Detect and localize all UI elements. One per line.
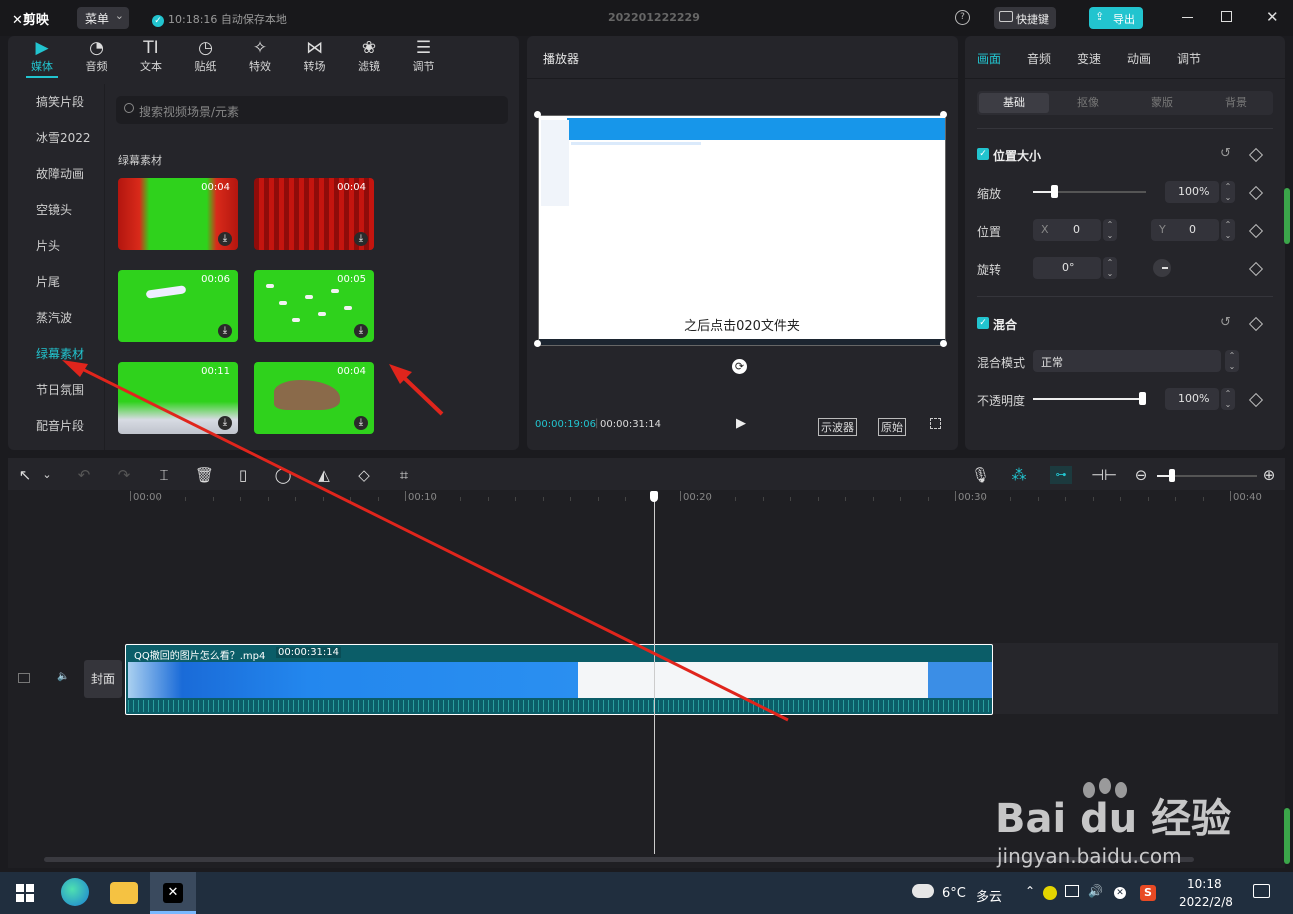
annotation-arrows [62,360,789,722]
weather-icon [912,884,934,898]
file-explorer-icon[interactable] [110,882,138,904]
weather-temp: 6°C [942,886,966,901]
notification-icon[interactable] [1253,884,1270,898]
start-button[interactable] [16,884,34,902]
network-icon[interactable] [1065,885,1079,897]
weather-desc: 多云 [976,890,1003,905]
volume-icon[interactable]: 🔊 [1088,884,1103,898]
windows-logo-icon [16,884,24,892]
edge-browser-icon[interactable] [61,878,89,906]
baidu-watermark: Bai du 经验 jingyan.baidu.com [995,778,1235,868]
baidu-url: jingyan.baidu.com [997,844,1182,868]
annotation-arrow-line [71,362,789,722]
sogou-ime-icon[interactable]: S [1140,885,1156,901]
show-hidden-icons[interactable]: ⌃ [1025,884,1035,898]
annotation-arrowhead [62,360,88,377]
security-tray-icon[interactable] [1043,886,1057,900]
clock-date[interactable]: 2022/2/8 [1179,895,1233,909]
clock-time[interactable]: 10:18 [1187,877,1222,891]
baidu-paw-icon [1073,778,1133,828]
capcut-app-icon: ✕ [163,883,183,903]
mute-tray-icon[interactable]: ✕ [1114,887,1126,899]
capcut-taskbar-item[interactable]: ✕ [150,872,196,914]
